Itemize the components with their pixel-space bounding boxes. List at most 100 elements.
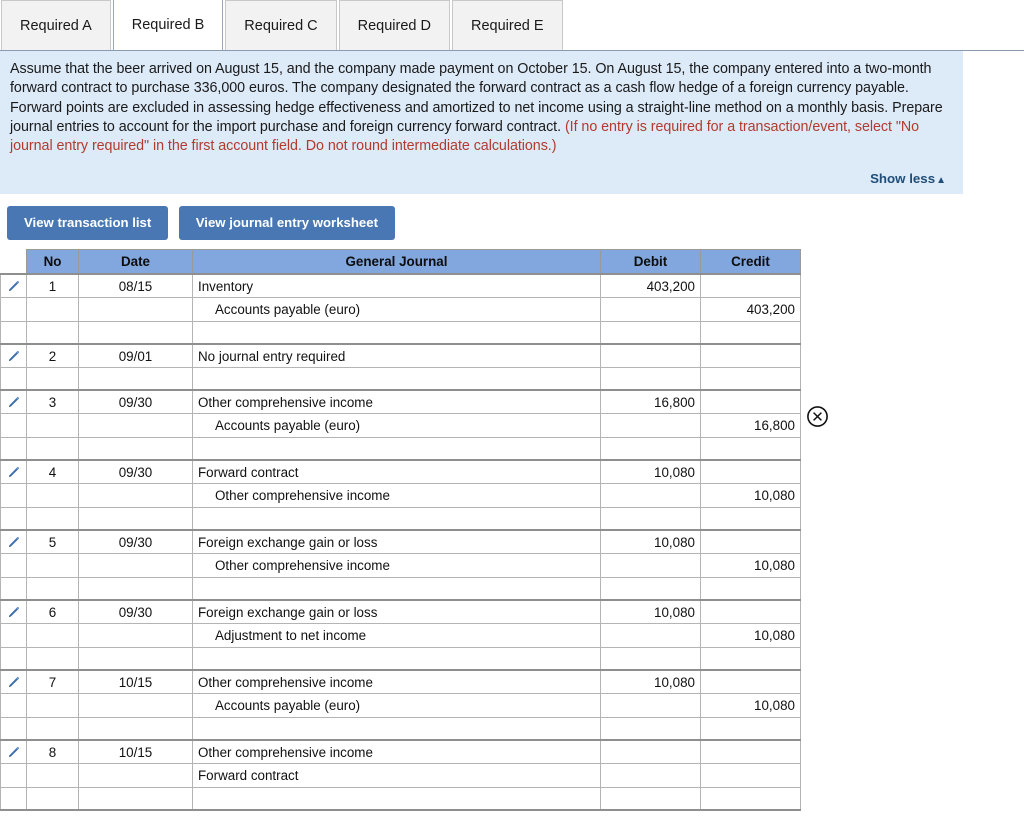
cell-no[interactable] [26, 367, 79, 391]
cell-account[interactable]: Accounts payable (euro) [192, 297, 601, 323]
cell-debit[interactable] [600, 483, 701, 509]
cell-debit[interactable] [600, 507, 701, 531]
show-less-link[interactable]: Show less▲ [870, 171, 946, 186]
close-circle-icon[interactable] [806, 405, 829, 428]
cell-no[interactable]: 6 [26, 598, 79, 625]
cell-debit[interactable]: 16,800 [600, 388, 701, 415]
cell-credit[interactable] [700, 668, 801, 695]
cell-date[interactable] [78, 367, 193, 391]
cell-no[interactable] [26, 623, 79, 649]
cell-date[interactable] [78, 507, 193, 531]
cell-date[interactable]: 08/15 [78, 272, 193, 299]
cell-no[interactable] [26, 693, 79, 719]
cell-account[interactable] [192, 367, 601, 391]
cell-date[interactable]: 09/30 [78, 458, 193, 485]
edit-entry-button[interactable] [0, 388, 27, 415]
edit-entry-button[interactable] [0, 342, 27, 369]
cell-debit[interactable] [600, 623, 701, 649]
cell-credit[interactable]: 16,800 [700, 413, 801, 439]
cell-credit[interactable] [700, 717, 801, 741]
edit-entry-button[interactable] [0, 668, 27, 695]
cell-date[interactable]: 10/15 [78, 668, 193, 695]
cell-credit[interactable] [700, 738, 801, 765]
cell-account[interactable] [192, 577, 601, 601]
cell-date[interactable] [78, 717, 193, 741]
cell-date[interactable] [78, 321, 193, 345]
edit-entry-button[interactable] [0, 598, 27, 625]
cell-no[interactable]: 4 [26, 458, 79, 485]
cell-credit[interactable] [700, 342, 801, 369]
cell-no[interactable] [26, 507, 79, 531]
cell-account[interactable]: Foreign exchange gain or loss [192, 528, 601, 555]
cell-no[interactable] [26, 297, 79, 323]
cell-debit[interactable] [600, 342, 701, 369]
edit-entry-button[interactable] [0, 272, 27, 299]
view-transaction-list-button[interactable]: View transaction list [7, 206, 169, 241]
cell-debit[interactable] [600, 738, 701, 765]
cell-no[interactable] [26, 553, 79, 579]
cell-no[interactable] [26, 437, 79, 461]
cell-account[interactable] [192, 717, 601, 741]
cell-debit[interactable]: 403,200 [600, 272, 701, 299]
cell-debit[interactable]: 10,080 [600, 528, 701, 555]
cell-account[interactable]: Adjustment to net income [192, 623, 601, 649]
cell-date[interactable] [78, 297, 193, 323]
cell-account[interactable]: Foreign exchange gain or loss [192, 598, 601, 625]
cell-credit[interactable]: 10,080 [700, 553, 801, 579]
cell-date[interactable] [78, 553, 193, 579]
cell-date[interactable] [78, 787, 193, 811]
cell-account[interactable]: Inventory [192, 272, 601, 299]
cell-debit[interactable] [600, 297, 701, 323]
cell-credit[interactable] [700, 528, 801, 555]
cell-no[interactable] [26, 717, 79, 741]
tab-required-e[interactable]: Required E [451, 0, 563, 50]
cell-credit[interactable]: 10,080 [700, 623, 801, 649]
cell-credit[interactable] [700, 458, 801, 485]
cell-date[interactable] [78, 763, 193, 789]
cell-credit[interactable] [700, 388, 801, 415]
tab-required-c[interactable]: Required C [225, 0, 337, 50]
cell-no[interactable]: 8 [26, 738, 79, 765]
cell-account[interactable]: Forward contract [192, 458, 601, 485]
cell-date[interactable]: 09/30 [78, 388, 193, 415]
cell-debit[interactable] [600, 693, 701, 719]
cell-debit[interactable] [600, 647, 701, 671]
cell-debit[interactable]: 10,080 [600, 668, 701, 695]
cell-no[interactable]: 1 [26, 272, 79, 299]
cell-debit[interactable] [600, 553, 701, 579]
cell-no[interactable] [26, 647, 79, 671]
cell-account[interactable]: Other comprehensive income [192, 388, 601, 415]
cell-no[interactable]: 7 [26, 668, 79, 695]
cell-debit[interactable] [600, 413, 701, 439]
edit-entry-button[interactable] [0, 458, 27, 485]
cell-account[interactable]: Other comprehensive income [192, 668, 601, 695]
cell-date[interactable] [78, 483, 193, 509]
cell-date[interactable]: 10/15 [78, 738, 193, 765]
cell-debit[interactable] [600, 321, 701, 345]
cell-debit[interactable] [600, 787, 701, 811]
cell-credit[interactable]: 10,080 [700, 483, 801, 509]
cell-date[interactable] [78, 623, 193, 649]
edit-entry-button[interactable] [0, 738, 27, 765]
cell-no[interactable]: 5 [26, 528, 79, 555]
cell-date[interactable] [78, 577, 193, 601]
cell-account[interactable] [192, 507, 601, 531]
cell-date[interactable]: 09/01 [78, 342, 193, 369]
cell-credit[interactable] [700, 367, 801, 391]
cell-account[interactable] [192, 787, 601, 811]
cell-account[interactable] [192, 437, 601, 461]
cell-date[interactable] [78, 693, 193, 719]
cell-date[interactable]: 09/30 [78, 598, 193, 625]
cell-debit[interactable]: 10,080 [600, 458, 701, 485]
tab-required-a[interactable]: Required A [1, 0, 111, 50]
cell-debit[interactable] [600, 437, 701, 461]
cell-account[interactable]: No journal entry required [192, 342, 601, 369]
cell-no[interactable]: 2 [26, 342, 79, 369]
cell-account[interactable]: Accounts payable (euro) [192, 693, 601, 719]
cell-date[interactable] [78, 413, 193, 439]
cell-no[interactable] [26, 321, 79, 345]
edit-entry-button[interactable] [0, 528, 27, 555]
cell-debit[interactable] [600, 763, 701, 789]
cell-no[interactable] [26, 787, 79, 811]
cell-no[interactable] [26, 413, 79, 439]
